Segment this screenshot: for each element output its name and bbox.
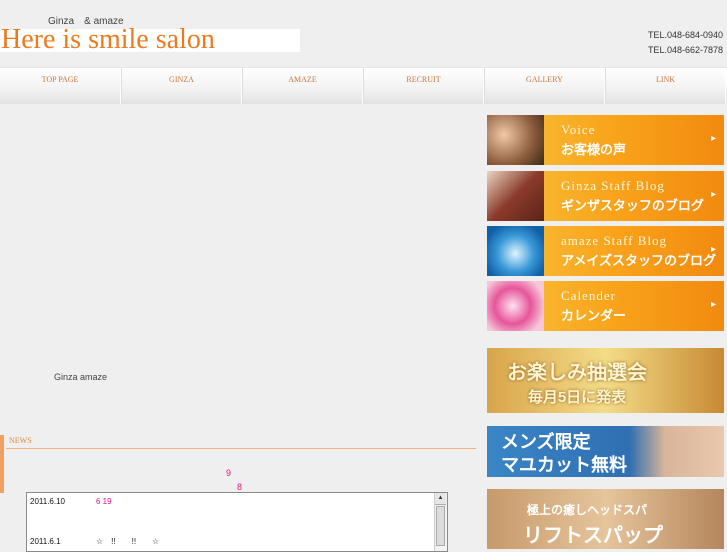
flower-photo <box>487 281 544 331</box>
lottery-promo-banner[interactable]: お楽しみ抽選会 毎月5日に発表 <box>487 348 724 413</box>
banner-title-jp: ギンザスタッフのブログ <box>561 198 704 213</box>
main-intro-text: Ginza amaze <box>54 372 108 382</box>
news-highlight-1: 9 <box>226 468 232 478</box>
banner-title-jp: お客様の声 <box>561 142 627 157</box>
scroll-up-arrow-icon[interactable]: ▲ <box>435 493 446 505</box>
scrollbar-thumb[interactable] <box>436 506 445 546</box>
mens-eyebrow-promo-banner[interactable]: メンズ限定 マユカット無料 <box>487 426 724 477</box>
promo-subline: リフトスパップ <box>523 525 663 547</box>
banner-title-jp: アメイズスタッフのブログ <box>561 253 716 268</box>
nav-amaze[interactable]: AMAZE <box>242 68 363 104</box>
ginza-staff-blog-banner[interactable]: Ginza Staff Blog ギンザスタッフのブログ ▸ <box>487 171 724 221</box>
brushes-photo <box>487 171 544 221</box>
banner-title-en: Calender <box>561 288 616 303</box>
calendar-banner[interactable]: Calender カレンダー ▸ <box>487 281 724 331</box>
main-content: Ginza amaze NEWS 9 8 2011.6.10 6 19 2011.… <box>0 109 480 552</box>
news-divider <box>6 448 476 449</box>
head-spa-promo-banner[interactable]: 極上の癒しヘッドスパ リフトスパップ <box>487 489 724 549</box>
nav-gallery[interactable]: GALLERY <box>484 68 605 104</box>
glass-heart-photo <box>487 226 544 276</box>
site-logo[interactable]: Here is smile salon <box>1 26 215 54</box>
promo-headline: お楽しみ抽選会 <box>507 362 647 384</box>
promo-headline: 極上の癒しヘッドスパ <box>527 503 648 517</box>
nav-ginza[interactable]: GINZA <box>121 68 242 104</box>
amaze-staff-blog-banner[interactable]: amaze Staff Blog アメイズスタッフのブログ ▸ <box>487 226 724 276</box>
banner-title-en: Ginza Staff Blog <box>561 178 665 193</box>
news-item[interactable]: 2011.6.1 ☆ !! !! ☆ <box>30 536 159 547</box>
news-heading: NEWS <box>9 436 32 445</box>
news-accent-bar <box>0 435 4 493</box>
news-item[interactable]: 2011.6.10 6 19 <box>30 497 112 506</box>
header: Ginza & amaze Here is smile salon TEL.04… <box>0 0 727 66</box>
news-date: 2011.6.10 <box>30 497 65 506</box>
banner-title-jp: カレンダー <box>561 308 627 323</box>
children-photo <box>487 115 544 165</box>
arrow-right-icon: ▸ <box>710 189 716 200</box>
banner-title-en: amaze Staff Blog <box>561 233 668 248</box>
arrow-right-icon: ▸ <box>710 133 716 144</box>
nav-link[interactable]: LINK <box>605 68 726 104</box>
news-highlight-2: 8 <box>237 482 243 492</box>
phone-number-2: TEL.048-662-7878 <box>647 45 723 55</box>
promo-subline: マユカット無料 <box>501 455 627 475</box>
nav-recruit[interactable]: RECRUIT <box>363 68 484 104</box>
promo-subline: 毎月5日に発表 <box>527 389 627 406</box>
nav-top-page[interactable]: TOP PAGE <box>0 68 121 104</box>
news-list: 2011.6.10 6 19 2011.6.1 ☆ !! !! ☆ ▲ <box>26 492 448 552</box>
banner-title-en: Voice <box>561 122 596 137</box>
news-scrollbar[interactable]: ▲ <box>434 493 447 551</box>
news-text: 6 19 <box>96 497 112 506</box>
main-navigation: TOP PAGE GINZA AMAZE RECRUIT GALLERY LIN… <box>0 67 727 104</box>
phone-number-1: TEL.048-684-0940 <box>647 30 723 40</box>
arrow-right-icon: ▸ <box>710 299 716 310</box>
arrow-right-icon: ▸ <box>710 244 716 255</box>
voice-banner[interactable]: Voice お客様の声 ▸ <box>487 115 724 165</box>
